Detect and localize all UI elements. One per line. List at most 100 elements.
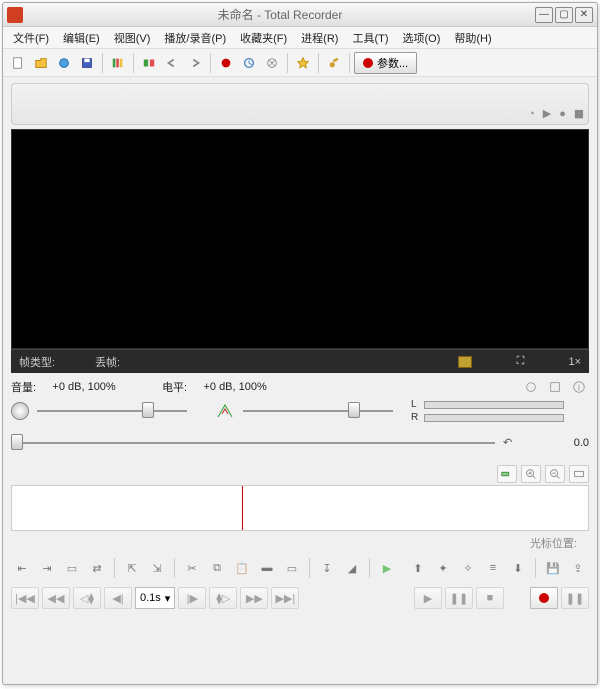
pause-icon[interactable]: ▮▮ — [574, 107, 582, 120]
marker-list-button[interactable]: ≡ — [482, 557, 504, 579]
record-icon[interactable]: ● — [559, 108, 566, 120]
volume-knob[interactable] — [11, 402, 29, 420]
mark-start-button[interactable]: ⇤ — [11, 557, 33, 579]
clock-icon[interactable]: ◔ — [528, 108, 535, 120]
save-selection-button[interactable]: 💾 — [542, 557, 564, 579]
stop-button[interactable]: ■ — [476, 587, 504, 609]
menu-edit[interactable]: 编辑(E) — [57, 28, 106, 48]
delete-button[interactable]: ▬ — [256, 557, 278, 579]
swap-button[interactable]: ⇄ — [86, 557, 108, 579]
video-preview — [11, 129, 589, 349]
open-url-button[interactable] — [53, 52, 75, 74]
marker-add-button[interactable]: ✦ — [432, 557, 454, 579]
svg-text:i: i — [578, 383, 580, 394]
redo-button[interactable] — [184, 52, 206, 74]
cut-button[interactable]: ✂ — [181, 557, 203, 579]
record-schedule-button[interactable] — [215, 52, 237, 74]
settings-button[interactable] — [323, 52, 345, 74]
forward-button[interactable]: ▶▶ — [240, 587, 268, 609]
mixer-button[interactable] — [107, 52, 129, 74]
zoom-selection-button[interactable] — [497, 465, 517, 483]
menu-tools[interactable]: 工具(T) — [346, 28, 394, 48]
fade-button[interactable]: ◢ — [341, 557, 363, 579]
params-label: 参数... — [377, 55, 408, 71]
edit-toolbar: ⇤ ⇥ ▭ ⇄ ⇱ ⇲ ✂ ⧉ 📋 ▬ ▭ ↧ ◢ ▶ ⬆ ✦ ✧ ≡ ⬇ 💾 … — [11, 557, 589, 579]
cancel-button[interactable] — [261, 52, 283, 74]
main-toolbar: 参数... — [3, 49, 597, 77]
level-value: +0 dB, 100% — [195, 381, 275, 393]
play-button[interactable]: ▶ — [414, 587, 442, 609]
titlebar: 未命名 - Total Recorder — ▢ ✕ — [3, 3, 597, 27]
meter-options-button[interactable] — [545, 377, 565, 397]
play-selection-button[interactable]: ▶ — [376, 557, 398, 579]
marker-prev-button[interactable]: ⬆ — [407, 557, 429, 579]
select-all-button[interactable]: ▭ — [61, 557, 83, 579]
crop-button[interactable]: ▭ — [281, 557, 303, 579]
level-slider[interactable] — [243, 399, 393, 423]
marker-next-button[interactable]: ⬇ — [507, 557, 529, 579]
channel-r-label: R — [411, 412, 421, 423]
reset-position-icon[interactable]: ↶ — [503, 436, 521, 450]
rec-pause-button[interactable]: ❚❚ — [561, 587, 589, 609]
volume-value: +0 dB, 100% — [44, 381, 124, 393]
marker-del-button[interactable]: ✧ — [457, 557, 479, 579]
menu-play-record[interactable]: 播放/录音(P) — [158, 28, 232, 48]
params-button[interactable]: 参数... — [354, 52, 417, 74]
undo-button[interactable] — [161, 52, 183, 74]
step-value: 0.1s — [140, 592, 161, 604]
menu-file[interactable]: 文件(F) — [7, 28, 55, 48]
level-icon — [215, 401, 235, 421]
normalize-button[interactable]: ↧ — [316, 557, 338, 579]
paste-button[interactable]: 📋 — [231, 557, 253, 579]
audio-controls-row: 音量: +0 dB, 100% 电平: +0 dB, 100% i — [11, 377, 589, 397]
minimize-button[interactable]: — — [535, 7, 553, 23]
play-icon[interactable]: ▶ — [543, 107, 551, 120]
zoom-level[interactable]: 1× — [568, 356, 581, 368]
menu-favorites[interactable]: 收藏夹(F) — [234, 28, 293, 48]
fullscreen-icon[interactable]: ⛶ — [512, 354, 528, 370]
snapshot-icon[interactable] — [458, 356, 472, 368]
next-marker-button[interactable]: ⧫▷ — [209, 587, 237, 609]
volume-slider[interactable] — [37, 399, 187, 423]
menu-view[interactable]: 视图(V) — [108, 28, 157, 48]
favorites-button[interactable] — [292, 52, 314, 74]
zoom-in-button[interactable] — [521, 465, 541, 483]
pause-button[interactable]: ❚❚ — [445, 587, 473, 609]
scrub-row: ↶ 0.0 — [11, 431, 589, 455]
zoom-out-button[interactable] — [545, 465, 565, 483]
menu-help[interactable]: 帮助(H) — [448, 28, 497, 48]
maximize-button[interactable]: ▢ — [555, 7, 573, 23]
step-size-select[interactable]: 0.1s▾ — [135, 587, 175, 609]
rewind-button[interactable]: ◀◀ — [42, 587, 70, 609]
export-button[interactable]: ⇪ — [567, 557, 589, 579]
timer-button[interactable] — [238, 52, 260, 74]
step-back-button[interactable]: ◀| — [104, 587, 132, 609]
video-status-bar: 帧类型: 丢帧: ⛶ 1× — [11, 349, 589, 373]
menu-process[interactable]: 进程(R) — [295, 28, 344, 48]
level-meters: L R — [411, 399, 564, 423]
zoom-fit-button[interactable] — [569, 465, 589, 483]
step-fwd-button[interactable]: |▶ — [178, 587, 206, 609]
position-slider[interactable] — [11, 431, 495, 455]
split-button[interactable] — [138, 52, 160, 74]
mark-end-button[interactable]: ⇥ — [36, 557, 58, 579]
close-button[interactable]: ✕ — [575, 7, 593, 23]
go-end-button[interactable]: ▶▶| — [271, 587, 299, 609]
transport-bar: |◀◀ ◀◀ ◁⧫ ◀| 0.1s▾ |▶ ⧫▷ ▶▶ ▶▶| ▶ ❚❚ ■ ❚… — [11, 587, 589, 609]
record-button[interactable] — [530, 587, 558, 609]
save-button[interactable] — [76, 52, 98, 74]
sel-to-start-button[interactable]: ⇱ — [121, 557, 143, 579]
go-start-button[interactable]: |◀◀ — [11, 587, 39, 609]
separator — [210, 53, 211, 73]
channel-l-label: L — [411, 399, 421, 410]
sel-to-end-button[interactable]: ⇲ — [146, 557, 168, 579]
prev-marker-button[interactable]: ◁⧫ — [73, 587, 101, 609]
menu-options[interactable]: 选项(O) — [397, 28, 447, 48]
auto-gain-button[interactable] — [521, 377, 541, 397]
waveform-display[interactable] — [11, 485, 589, 531]
info-button[interactable]: i — [569, 377, 589, 397]
new-button[interactable] — [7, 52, 29, 74]
open-button[interactable] — [30, 52, 52, 74]
copy-button[interactable]: ⧉ — [206, 557, 228, 579]
meter-l — [424, 401, 564, 409]
